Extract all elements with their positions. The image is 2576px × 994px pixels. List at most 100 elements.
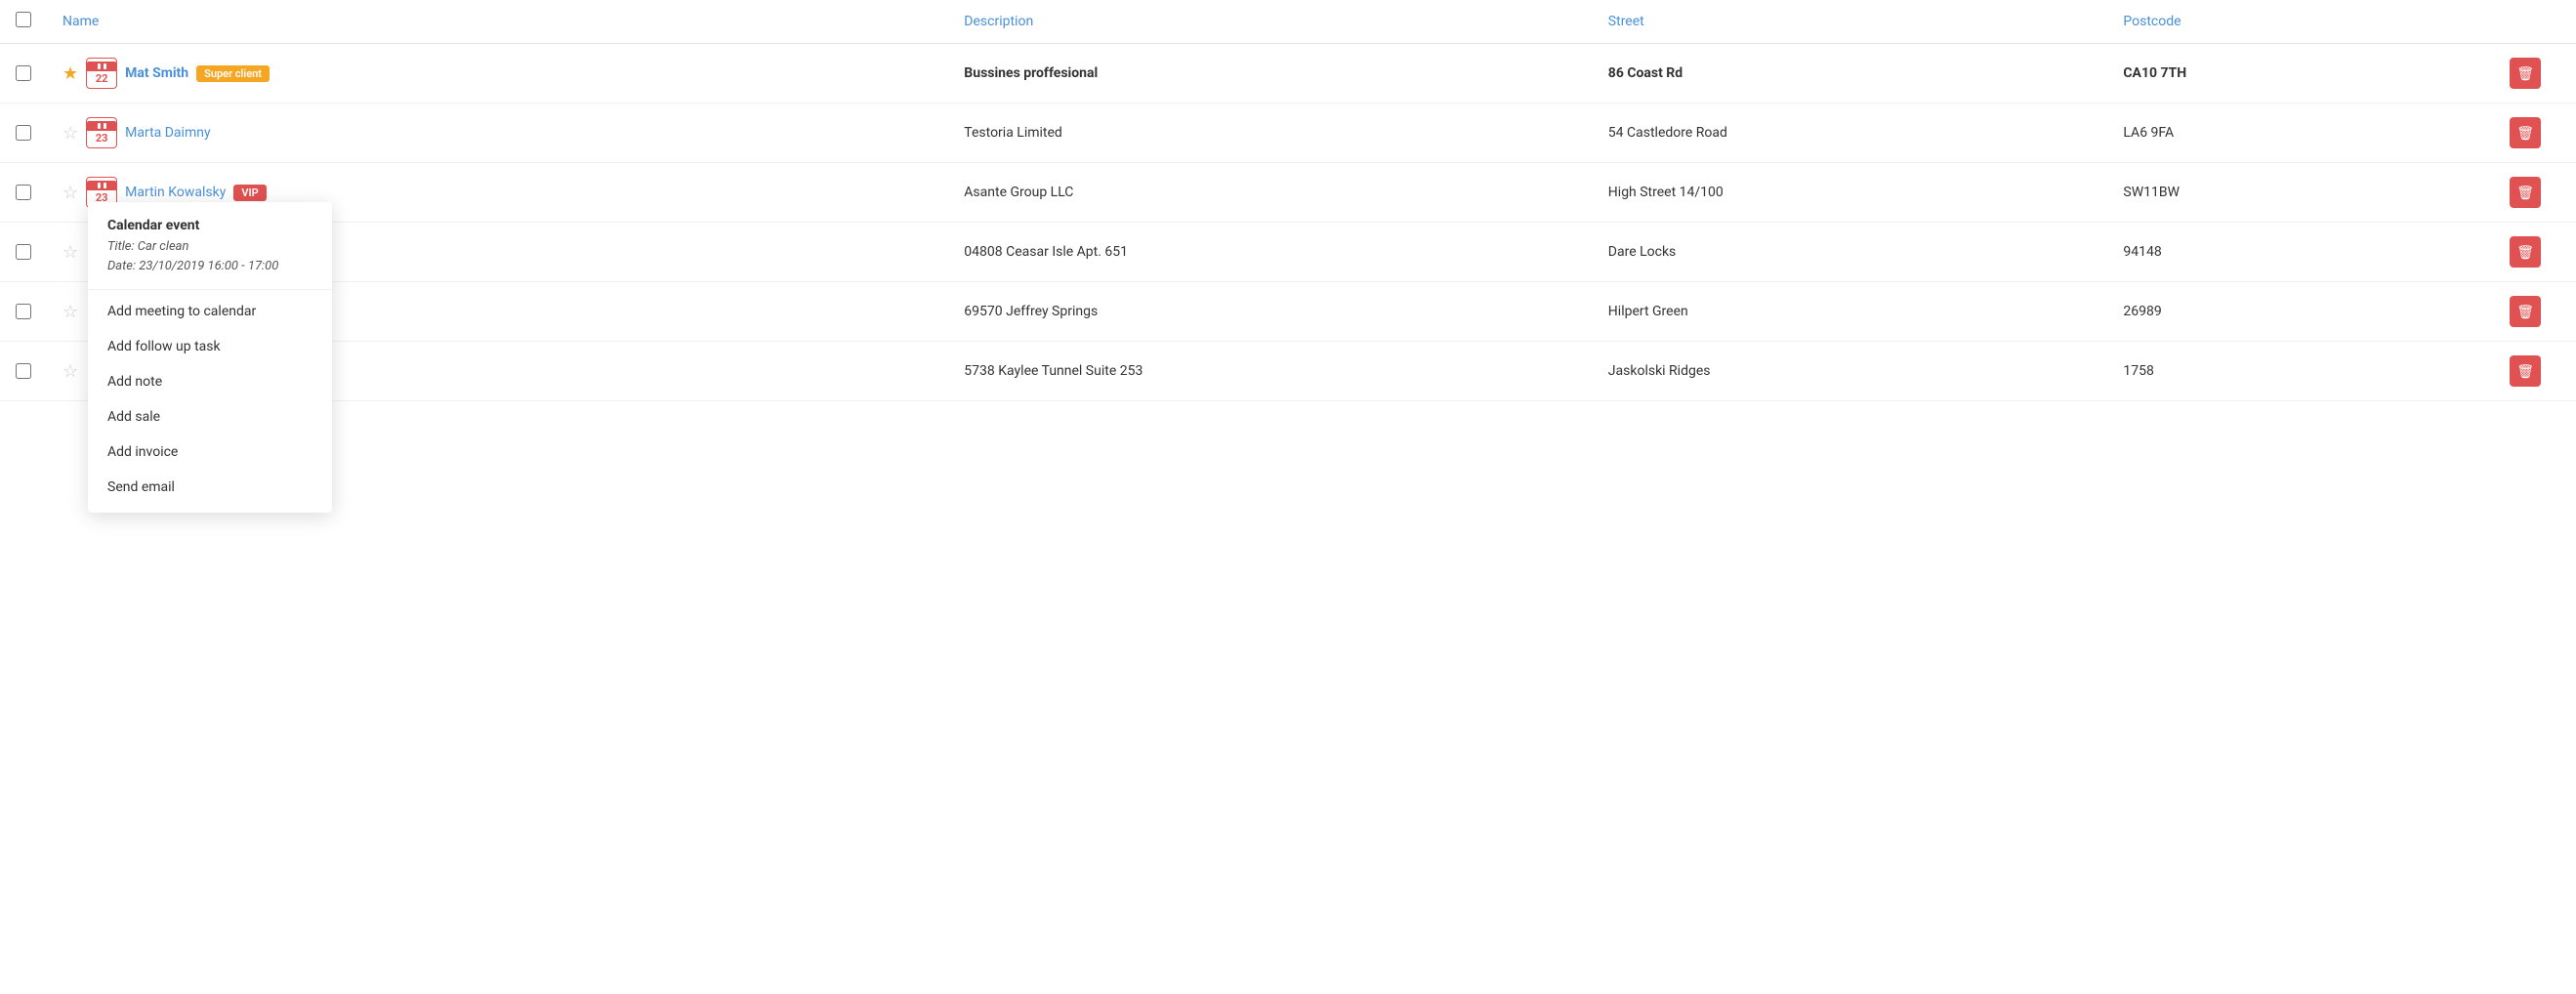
description-text: 5738 Kaylee Tunnel Suite 253 <box>964 363 1143 379</box>
description-cell: 04808 Ceasar Isle Apt. 651 <box>948 223 1593 282</box>
checkbox-cell <box>0 104 47 163</box>
description-cell: 69570 Jeffrey Springs <box>948 282 1593 342</box>
popup-header: Calendar event Title: Car clean Date: 23… <box>88 218 332 291</box>
description-text: Testoria Limited <box>964 125 1062 141</box>
popup-actions-list: Add meeting to calendarAdd follow up tas… <box>88 294 332 505</box>
header-name: Name <box>47 0 948 44</box>
street-cell: High Street 14/100 <box>1593 163 2108 223</box>
description-cell: Testoria Limited <box>948 104 1593 163</box>
popup-action-item[interactable]: Add follow up task <box>88 329 332 364</box>
name-cell: ☆ 23 Marta Daimny <box>47 104 948 163</box>
action-cell: 🗑 <box>2494 342 2556 401</box>
name-cell: ★ 22 Mat Smith Super client <box>47 44 948 104</box>
star-icon[interactable]: ☆ <box>62 183 78 203</box>
row-checkbox[interactable] <box>16 244 31 260</box>
contact-badge: VIP <box>233 185 266 201</box>
popup-event-title: Calendar event <box>107 218 312 233</box>
table-row: ☆ 5738 Kaylee Tunnel Suite 253 Jaskolski … <box>0 342 2576 401</box>
row-checkbox[interactable] <box>16 304 31 319</box>
action-cell: 🗑 <box>2494 104 2556 163</box>
delete-button[interactable]: 🗑 <box>2510 117 2541 148</box>
table-body: ★ 22 Mat Smith Super client Bussines prof… <box>0 44 2576 401</box>
row-checkbox[interactable] <box>16 185 31 200</box>
popup-date-line: Date: 23/10/2019 16:00 - 17:00 <box>107 257 312 277</box>
select-all-checkbox[interactable] <box>16 12 31 27</box>
header-checkbox-col <box>0 0 47 44</box>
star-icon[interactable]: ★ <box>62 63 78 84</box>
table-header-row: Name Description Street Postcode <box>0 0 2576 44</box>
calendar-badge[interactable]: 23 <box>86 117 117 148</box>
header-street-label: Street <box>1608 14 1644 29</box>
popup-action-item[interactable]: Add sale <box>88 399 332 435</box>
description-text: 04808 Ceasar Isle Apt. 651 <box>964 244 1128 260</box>
action-cell: 🗑 <box>2494 44 2556 104</box>
street-cell: 86 Coast Rd <box>1593 44 2108 104</box>
popup-action-item[interactable]: Add note <box>88 364 332 399</box>
postcode-cell: CA10 7TH <box>2107 44 2494 104</box>
delete-button[interactable]: 🗑 <box>2510 296 2541 327</box>
calendar-day: 22 <box>96 71 108 86</box>
popup-action-item[interactable]: Send email <box>88 470 332 505</box>
street-cell: Hilpert Green <box>1593 282 2108 342</box>
checkbox-cell <box>0 163 47 223</box>
action-cell: 🗑 <box>2494 223 2556 282</box>
postcode-text: CA10 7TH <box>2123 65 2186 81</box>
postcode-text: SW11BW <box>2123 185 2180 200</box>
street-text: Jaskolski Ridges <box>1608 363 1711 379</box>
description-cell: Asante Group LLC <box>948 163 1593 223</box>
delete-button[interactable]: 🗑 <box>2510 58 2541 89</box>
popup-action-item[interactable]: Add meeting to calendar <box>88 294 332 329</box>
street-text: High Street 14/100 <box>1608 185 1724 200</box>
table-row: ★ 22 Mat Smith Super client Bussines prof… <box>0 44 2576 104</box>
table-row: ☆ 23 Martin KowalskyVIP Asante Group LLC… <box>0 163 2576 223</box>
postcode-cell: 94148 <box>2107 223 2494 282</box>
delete-button[interactable]: 🗑 <box>2510 355 2541 387</box>
row-checkbox[interactable] <box>16 125 31 141</box>
contact-name-link[interactable]: Mat Smith <box>125 65 188 81</box>
street-cell: Jaskolski Ridges <box>1593 342 2108 401</box>
checkbox-cell <box>0 44 47 104</box>
street-text: 86 Coast Rd <box>1608 65 1683 81</box>
street-text: 54 Castledore Road <box>1608 125 1727 141</box>
contact-badge: Super client <box>196 65 270 82</box>
header-description: Description <box>948 0 1593 44</box>
checkbox-cell <box>0 282 47 342</box>
name-inner: Martin Kowalsky VIP <box>125 185 267 201</box>
table-row: ☆ tag2tag3 69570 Jeffrey SpringsHilpert … <box>0 282 2576 342</box>
postcode-text: LA6 9FA <box>2123 125 2174 141</box>
star-icon[interactable]: ☆ <box>62 123 78 144</box>
delete-button[interactable]: 🗑 <box>2510 236 2541 268</box>
postcode-cell: SW11BW <box>2107 163 2494 223</box>
star-icon[interactable]: ☆ <box>62 242 78 263</box>
action-cell: 🗑 <box>2494 163 2556 223</box>
row-checkbox[interactable] <box>16 65 31 81</box>
popup-title-line: Title: Car clean <box>107 237 312 258</box>
name-inner: Marta Daimny <box>125 125 210 141</box>
street-text: Dare Locks <box>1608 244 1677 260</box>
contacts-table-container: Name Description Street Postcode ★ <box>0 0 2576 994</box>
delete-button[interactable]: 🗑 <box>2510 177 2541 208</box>
contacts-table: Name Description Street Postcode ★ <box>0 0 2576 401</box>
description-text: Bussines proffesional <box>964 65 1098 81</box>
postcode-cell: 1758 <box>2107 342 2494 401</box>
street-text: Hilpert Green <box>1608 304 1688 319</box>
description-text: 69570 Jeffrey Springs <box>964 304 1098 319</box>
header-action-col <box>2494 0 2556 44</box>
star-icon[interactable]: ☆ <box>62 302 78 322</box>
description-cell: Bussines proffesional <box>948 44 1593 104</box>
postcode-text: 26989 <box>2123 304 2161 319</box>
calendar-popup: Calendar event Title: Car clean Date: 23… <box>88 202 332 514</box>
calendar-badge[interactable]: 22 <box>86 58 117 89</box>
header-postcode: Postcode <box>2107 0 2494 44</box>
header-postcode-label: Postcode <box>2123 14 2181 29</box>
street-cell: 54 Castledore Road <box>1593 104 2108 163</box>
action-cell: 🗑 <box>2494 282 2556 342</box>
checkbox-cell <box>0 342 47 401</box>
row-checkbox[interactable] <box>16 363 31 379</box>
postcode-text: 1758 <box>2123 363 2153 379</box>
header-street: Street <box>1593 0 2108 44</box>
contact-name-link[interactable]: Martin Kowalsky <box>125 185 226 200</box>
contact-name-link[interactable]: Marta Daimny <box>125 125 210 141</box>
popup-action-item[interactable]: Add invoice <box>88 435 332 470</box>
star-icon[interactable]: ☆ <box>62 361 78 382</box>
